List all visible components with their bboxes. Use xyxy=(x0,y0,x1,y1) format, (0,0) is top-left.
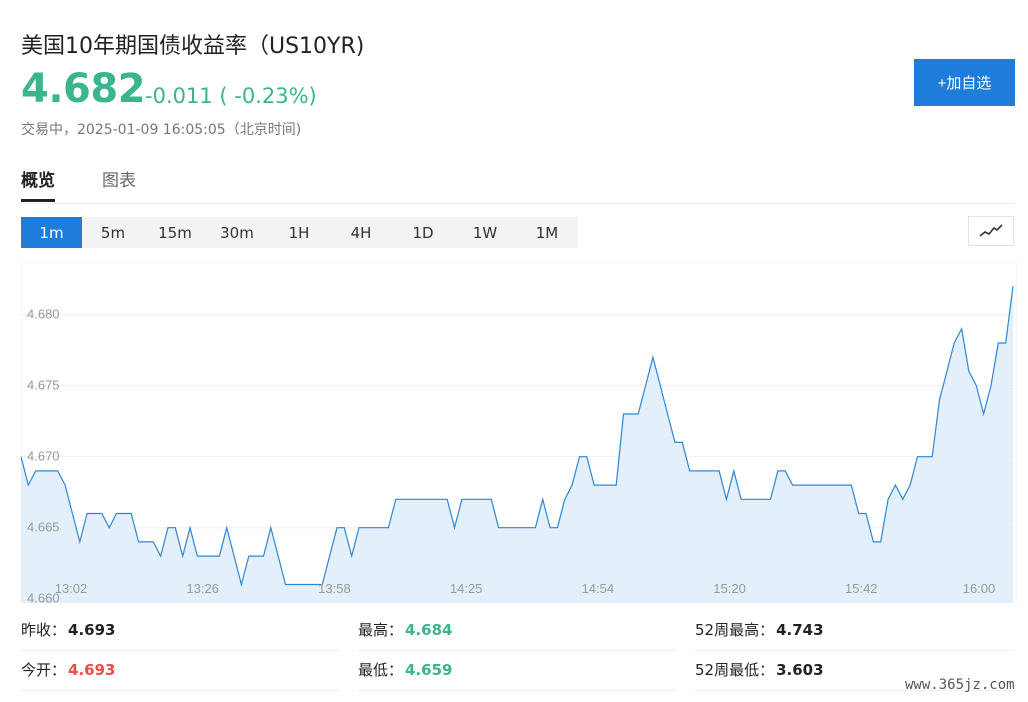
x-tick-label: 13:58 xyxy=(318,581,351,596)
watermark: www.365jz.com xyxy=(905,677,1015,693)
period-selector: 1m 5m 15m 30m 1H 4H 1D 1W 1M xyxy=(21,217,578,248)
tab-chart[interactable]: 图表 xyxy=(102,166,136,199)
x-tick-label: 14:54 xyxy=(582,581,615,596)
y-tick-label: 4.665 xyxy=(27,520,60,535)
x-tick-label: 15:42 xyxy=(845,581,878,596)
stat-value: 4.659 xyxy=(405,661,453,679)
stat-open: 今开： 4.693 xyxy=(21,650,339,691)
stat-high: 最高： 4.684 xyxy=(358,610,676,651)
y-tick-label: 4.670 xyxy=(27,449,60,464)
period-1m[interactable]: 1m xyxy=(21,217,82,248)
period-15m[interactable]: 15m xyxy=(144,217,206,248)
stat-prev-close: 昨收： 4.693 xyxy=(21,610,339,651)
tab-overview[interactable]: 概览 xyxy=(21,166,55,202)
line-chart-icon xyxy=(979,224,1003,237)
x-tick-label: 13:26 xyxy=(186,581,219,596)
x-tick-label: 14:25 xyxy=(450,581,483,596)
period-1month[interactable]: 1M xyxy=(516,217,578,248)
trading-status: 交易中，2025-01-09 16:05:05（北京时间) xyxy=(21,122,302,138)
stat-value: 4.693 xyxy=(68,661,116,679)
add-to-watchlist-button[interactable]: +加自选 xyxy=(914,59,1015,106)
period-1d[interactable]: 1D xyxy=(392,217,454,248)
period-1w[interactable]: 1W xyxy=(454,217,516,248)
stat-value: 4.693 xyxy=(68,621,116,639)
chart-type-button[interactable] xyxy=(968,216,1014,246)
x-tick-label: 15:20 xyxy=(713,581,746,596)
stat-low: 最低： 4.659 xyxy=(358,650,676,691)
page-title: 美国10年期国债收益率（US10YR) xyxy=(21,34,365,59)
period-4h[interactable]: 4H xyxy=(330,217,392,248)
tab-bar: 概览 图表 xyxy=(21,166,1015,204)
stat-value: 4.743 xyxy=(776,621,824,639)
period-1h[interactable]: 1H xyxy=(268,217,330,248)
x-tick-label: 13:02 xyxy=(55,581,88,596)
x-tick-label: 16:00 xyxy=(963,581,996,596)
y-tick-label: 4.680 xyxy=(27,307,60,322)
current-price: 4.682 xyxy=(21,66,146,112)
stat-value: 3.603 xyxy=(776,661,824,679)
period-30m[interactable]: 30m xyxy=(206,217,268,248)
stat-value: 4.684 xyxy=(405,621,453,639)
yield-chart: 4.6604.6654.6704.6754.680 13:02 13:26 13:5… xyxy=(21,262,1017,603)
period-5m[interactable]: 5m xyxy=(82,217,144,248)
stat-52w-high: 52周最高： 4.743 xyxy=(695,610,1013,651)
y-tick-label: 4.675 xyxy=(27,378,60,393)
price-change: -0.011 ( -0.23%) xyxy=(145,84,317,108)
